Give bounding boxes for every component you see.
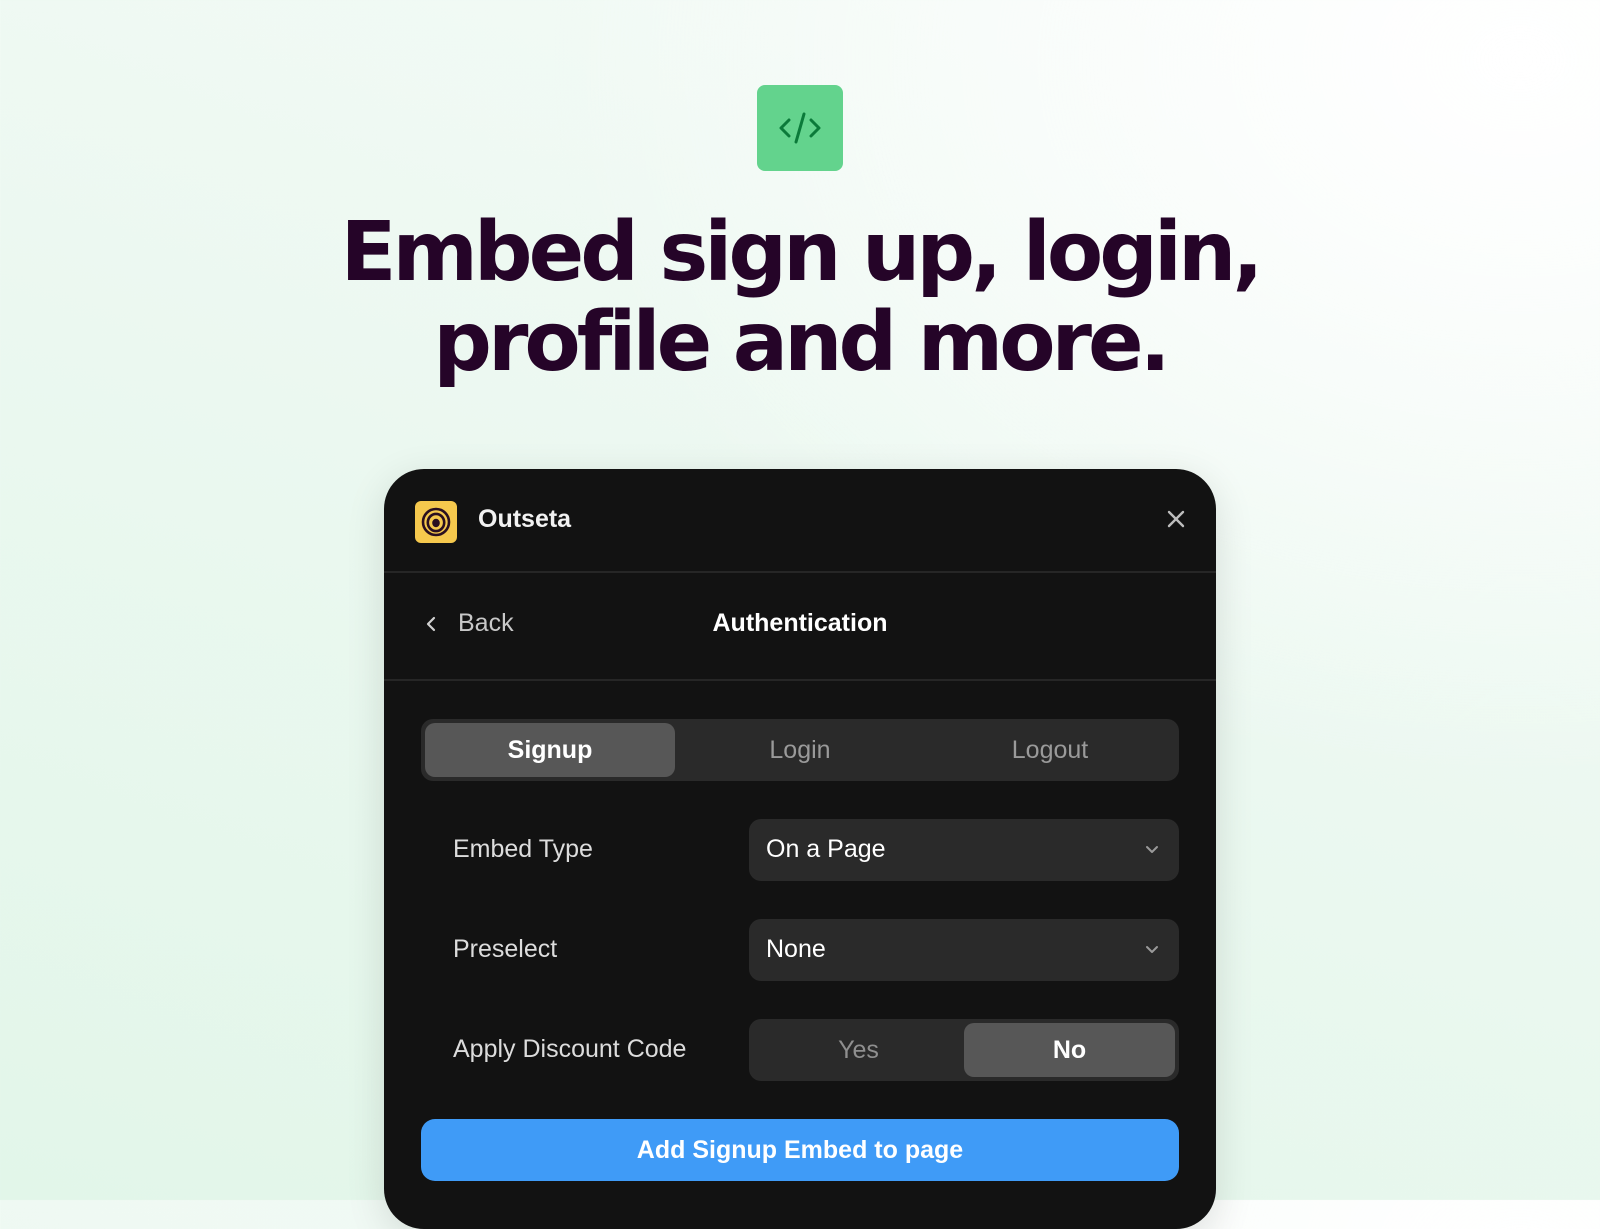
nav-bar: Back Authentication	[384, 573, 1216, 681]
headline-line-2: profile and more.	[433, 295, 1170, 390]
tab-login[interactable]: Login	[675, 723, 925, 777]
embed-type-value: On a Page	[766, 835, 886, 863]
close-button[interactable]	[1164, 507, 1188, 531]
tab-signup[interactable]: Signup	[425, 723, 675, 777]
brand-name: Outseta	[478, 505, 572, 533]
embed-panel: Outseta Back Authentication Signup Login…	[384, 469, 1216, 1229]
discount-no-option[interactable]: No	[964, 1023, 1175, 1077]
page-title: Authentication	[712, 609, 888, 637]
add-signup-embed-button[interactable]: Add Signup Embed to page	[421, 1119, 1179, 1181]
close-icon	[1167, 510, 1185, 528]
headline-line-1: Embed sign up, login,	[340, 205, 1263, 300]
panel-header: Outseta	[384, 469, 1216, 573]
tab-logout[interactable]: Logout	[925, 723, 1175, 777]
chevron-down-icon	[1146, 946, 1158, 953]
embed-type-select[interactable]: On a Page	[749, 819, 1179, 881]
outseta-logo	[415, 501, 457, 543]
chevron-down-icon	[1146, 846, 1158, 853]
preselect-label: Preselect	[453, 935, 558, 963]
preselect-select[interactable]: None	[749, 919, 1179, 981]
preselect-value: None	[766, 935, 826, 963]
headline: Embed sign up, login, profile and more.	[0, 208, 1600, 388]
code-badge	[757, 85, 843, 171]
discount-toggle: Yes No	[749, 1019, 1179, 1081]
embed-type-label: Embed Type	[453, 835, 593, 863]
outseta-logo-icon	[421, 507, 451, 537]
code-icon	[779, 112, 821, 144]
discount-yes-option[interactable]: Yes	[753, 1023, 964, 1077]
auth-tabs: Signup Login Logout	[421, 719, 1179, 781]
discount-label: Apply Discount Code	[453, 1035, 687, 1063]
